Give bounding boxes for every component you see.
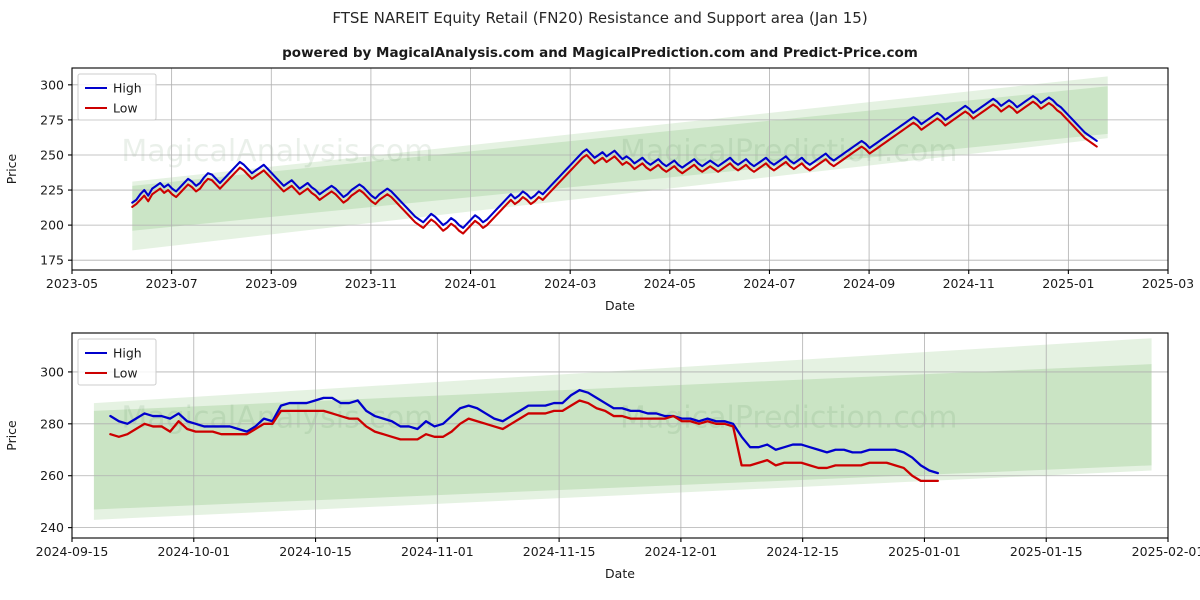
x-tick-label: 2024-07 [743,276,795,291]
page-subtitle: powered by MagicalAnalysis.com and Magic… [282,45,918,61]
chart-page: FTSE NAREIT Equity Retail (FN20) Resista… [0,0,1200,600]
x-tick-label: 2024-03 [544,276,596,291]
x-tick-label: 2024-11-01 [401,544,474,559]
legend-label-high: High [113,346,142,361]
x-tick-label: 2024-10-01 [157,544,230,559]
y-tick-label: 200 [40,218,64,233]
chart-detail: MagicalAnalysis.com MagicalPrediction.com… [0,325,1200,600]
x-tick-label: 2024-09-15 [36,544,109,559]
x-tick-label: 2024-11 [943,276,995,291]
x-tick-label: 2024-12-01 [645,544,718,559]
x-tick-label: 2023-07 [146,276,198,291]
y-tick-label: 225 [40,183,64,198]
y-tick-label: 275 [40,112,64,127]
y-tick-label: 280 [40,416,64,431]
legend-label-high: High [113,81,142,96]
x-tick-label: 2023-09 [245,276,297,291]
x-tick-label: 2024-12-15 [766,544,839,559]
x-tick-label: 2023-11 [345,276,397,291]
chart-overview: MagicalAnalysis.com MagicalPrediction.com… [0,60,1200,325]
y-tick-label: 300 [40,77,64,92]
y-tick-label: 300 [40,364,64,379]
x-tick-label: 2024-05 [644,276,696,291]
x-tick-label: 2025-01 [1042,276,1094,291]
watermark-left: MagicalAnalysis.com [121,134,433,169]
legend: High Low [77,73,157,121]
page-title: FTSE NAREIT Equity Retail (FN20) Resista… [332,9,868,27]
legend-label-low: Low [113,366,138,381]
plot-detail: MagicalAnalysis.com MagicalPrediction.com… [4,332,1200,581]
x-tick-label: 2025-03 [1142,276,1194,291]
x-tick-label: 2024-11-15 [523,544,596,559]
x-tick-label: 2023-05 [46,276,98,291]
x-tick-label: 2025-01-01 [888,544,961,559]
x-tick-label: 2025-02-01 [1132,544,1200,559]
x-axis-title: Date [605,566,635,581]
x-tick-label: 2024-01 [444,276,496,291]
y-tick-label: 240 [40,520,64,535]
x-tick-label: 2024-09 [843,276,895,291]
x-tick-label: 2024-10-15 [279,544,352,559]
y-axis-title: Price [4,153,19,184]
y-tick-label: 175 [40,253,64,268]
y-tick-label: 260 [40,468,64,483]
x-axis-title: Date [605,298,635,313]
legend: High Low [77,338,157,386]
legend-label-low: Low [113,101,138,116]
y-tick-label: 250 [40,147,64,162]
plot-overview: MagicalAnalysis.com MagicalPrediction.com… [4,67,1194,313]
y-axis-title: Price [4,420,19,451]
x-tick-label: 2025-01-15 [1010,544,1083,559]
